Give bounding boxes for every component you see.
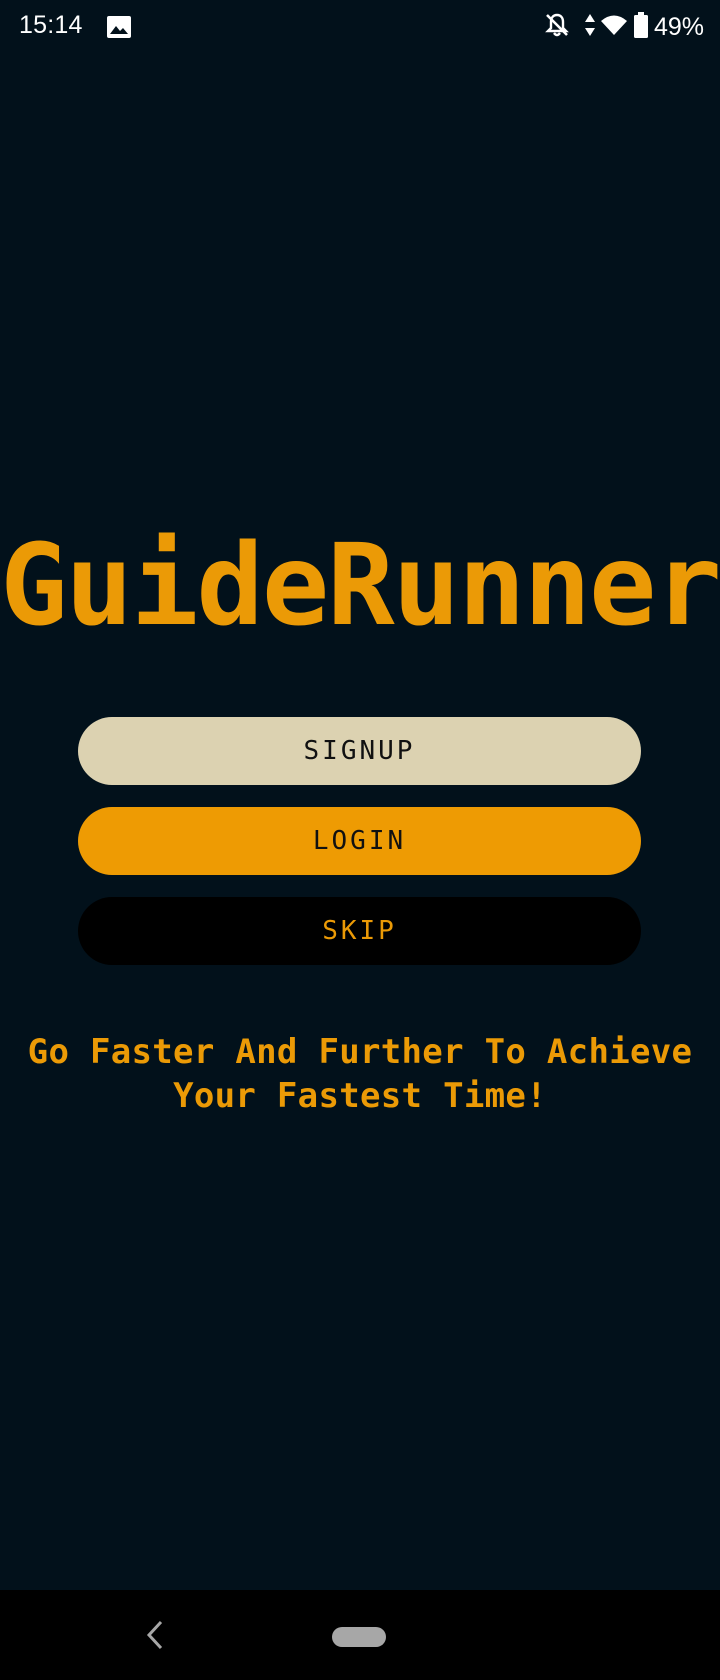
- app-title: GuideRunner: [0, 521, 720, 651]
- battery-icon: [633, 11, 648, 43]
- signup-button[interactable]: SIGNUP: [78, 717, 641, 785]
- status-icons: 49%: [535, 10, 704, 44]
- wifi-icon: [600, 13, 628, 42]
- back-icon[interactable]: [143, 1618, 167, 1652]
- navigation-bar: [0, 1590, 720, 1680]
- notifications-off-icon: [544, 12, 570, 43]
- skip-button[interactable]: SKIP: [78, 897, 641, 965]
- status-time: 15:14: [19, 11, 83, 39]
- gallery-icon: [107, 16, 131, 38]
- status-bar: 15:14 49%: [0, 0, 720, 56]
- tagline: Go Faster And Further To Achieve Your Fa…: [27, 1032, 693, 1116]
- login-button[interactable]: LOGIN: [78, 807, 641, 875]
- battery-percent: 49%: [653, 12, 704, 41]
- home-pill-icon[interactable]: [332, 1627, 386, 1647]
- data-arrows-icon: [584, 13, 596, 42]
